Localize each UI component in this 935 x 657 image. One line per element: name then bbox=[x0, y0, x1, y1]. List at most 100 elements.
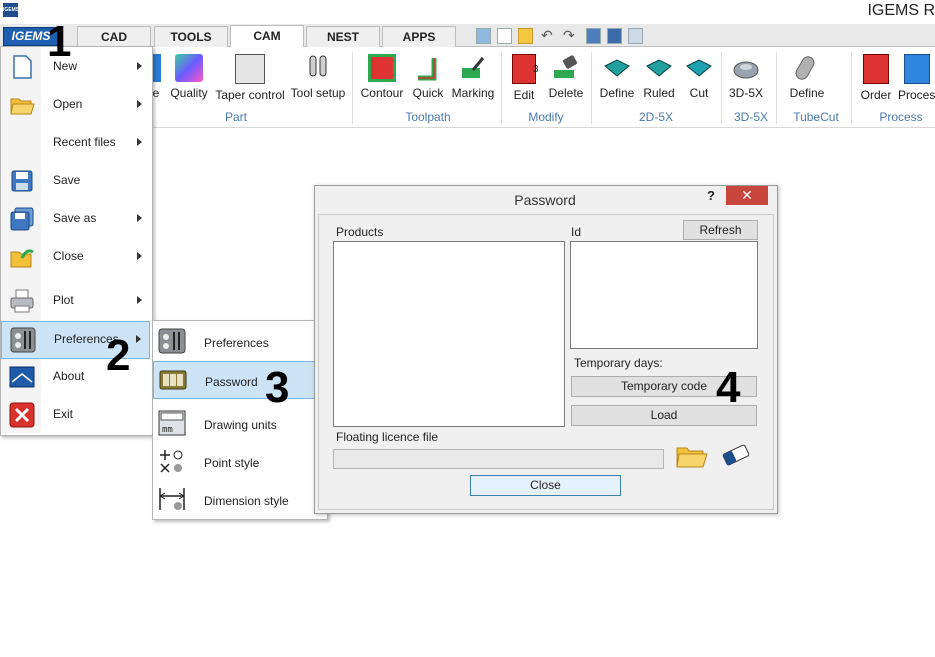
menu-item-exit[interactable]: Exit bbox=[1, 397, 150, 433]
submenu-item-label: Dimension style bbox=[204, 494, 289, 508]
menu-item-label: Save as bbox=[53, 211, 97, 225]
submenu-arrow-icon bbox=[137, 100, 142, 108]
ribbon-button-label: Define bbox=[789, 86, 825, 100]
submenu-item-preferences[interactable]: Preferences bbox=[153, 323, 325, 359]
submenu-item-drawing-units[interactable]: mm Drawing units bbox=[153, 405, 325, 441]
redo-icon[interactable]: ↷ bbox=[563, 27, 575, 44]
ribbon-group-part: Part bbox=[224, 110, 247, 124]
ribbon-button-label: Proces bbox=[898, 88, 935, 102]
tab-cam[interactable]: CAM bbox=[230, 25, 304, 48]
save-as-icon bbox=[9, 206, 35, 232]
3d-5x-icon bbox=[732, 54, 760, 82]
exit-icon bbox=[9, 402, 35, 428]
ribbon-button-define-tubecut[interactable]: Define bbox=[786, 48, 828, 100]
menu-item-save-as[interactable]: Save as bbox=[1, 201, 150, 237]
submenu-item-label: Preferences bbox=[204, 336, 269, 350]
menu-item-plot[interactable]: Plot bbox=[1, 283, 150, 319]
dimension-style-icon bbox=[158, 486, 186, 512]
drawing-units-icon: mm bbox=[158, 410, 186, 436]
menu-item-label: Open bbox=[53, 97, 83, 111]
menu-item-new[interactable]: New bbox=[1, 49, 150, 85]
ribbon-button-marking[interactable]: Marking bbox=[450, 48, 496, 100]
ribbon-group-tubecut: TubeCut bbox=[793, 110, 839, 124]
marking-icon bbox=[459, 54, 487, 82]
contour-icon bbox=[368, 54, 396, 82]
close-button[interactable]: Close bbox=[470, 475, 621, 496]
step-number-2: 2 bbox=[106, 331, 131, 380]
ribbon-button-tool-setup[interactable]: Tool setup bbox=[290, 48, 346, 100]
ribbon-button-label: Delete bbox=[548, 86, 584, 100]
edit-badge: 3 bbox=[533, 64, 539, 75]
menu-item-open[interactable]: Open bbox=[1, 87, 150, 123]
ribbon-button-order[interactable]: Order bbox=[858, 48, 894, 102]
ribbon-button-label: Cut bbox=[689, 86, 709, 100]
submenu-item-dimension-style[interactable]: Dimension style bbox=[153, 481, 325, 517]
new-file-icon bbox=[9, 54, 35, 80]
ribbon-button-taper-control[interactable]: Taper control bbox=[214, 48, 286, 102]
ribbon-group-2d-5x: 2D-5X bbox=[638, 110, 673, 124]
undo-icon[interactable]: ↶ bbox=[541, 27, 553, 44]
ribbon-button-delete[interactable]: Delete bbox=[546, 48, 586, 100]
save-as-icon[interactable] bbox=[607, 28, 622, 44]
layers-icon[interactable] bbox=[476, 28, 491, 44]
step-number-4: 4 bbox=[716, 363, 741, 412]
submenu-item-point-style[interactable]: Point style bbox=[153, 443, 325, 479]
help-button[interactable]: ? bbox=[707, 188, 715, 203]
open-folder-icon[interactable] bbox=[518, 28, 533, 44]
ribbon-group-toolpath: Toolpath bbox=[405, 110, 451, 124]
submenu-arrow-icon bbox=[137, 252, 142, 260]
tab-nest[interactable]: NEST bbox=[306, 26, 380, 47]
ribbon-button-label: Order bbox=[860, 88, 892, 102]
menu-item-label: About bbox=[53, 369, 85, 383]
ribbon-button-3d-5x[interactable]: 3D-5X bbox=[726, 48, 766, 100]
floating-licence-field[interactable] bbox=[333, 449, 664, 469]
tab-tools[interactable]: TOOLS bbox=[154, 26, 228, 47]
window-icon[interactable] bbox=[628, 28, 643, 44]
ribbon-button-ruled[interactable]: Ruled bbox=[640, 48, 678, 100]
ribbon-button-quality[interactable]: Quality bbox=[168, 48, 210, 100]
quick-icon bbox=[414, 54, 442, 82]
new-file-icon[interactable] bbox=[497, 28, 512, 44]
refresh-button[interactable]: Refresh bbox=[683, 220, 758, 240]
ribbon-button-label: Edit bbox=[513, 88, 535, 102]
ribbon-group-modify: Modify bbox=[528, 110, 564, 124]
eraser-icon[interactable] bbox=[718, 440, 754, 470]
browse-folder-icon[interactable] bbox=[675, 442, 709, 470]
id-list[interactable] bbox=[570, 241, 758, 349]
ribbon-separator bbox=[776, 52, 777, 124]
menu-item-close[interactable]: Close bbox=[1, 239, 150, 275]
delete-icon bbox=[552, 54, 580, 82]
tube-define-icon bbox=[793, 54, 821, 82]
ribbon-button-process[interactable]: Proces bbox=[898, 48, 935, 102]
save-icon[interactable] bbox=[586, 28, 601, 44]
ribbon-button-edit[interactable]: Edit bbox=[506, 48, 542, 102]
submenu-arrow-icon bbox=[137, 296, 142, 304]
menu-item-label: Plot bbox=[53, 293, 74, 307]
ribbon-button-label: Marking bbox=[451, 86, 495, 100]
ribbon-button-quick[interactable]: Quick bbox=[410, 48, 446, 100]
ribbon-button-contour[interactable]: Contour bbox=[360, 48, 404, 100]
products-label: Products bbox=[336, 225, 384, 239]
ribbon-button-label: 3D-5X bbox=[728, 86, 763, 100]
tab-cad[interactable]: CAD bbox=[77, 26, 151, 47]
preferences-icon bbox=[10, 327, 36, 353]
menu-item-save[interactable]: Save bbox=[1, 163, 150, 199]
ruled-icon bbox=[645, 54, 673, 82]
save-icon bbox=[9, 168, 35, 194]
printer-icon bbox=[9, 288, 35, 314]
ribbon-button-define-2d5x[interactable]: Define bbox=[598, 48, 636, 100]
ribbon-button-label: Tool setup bbox=[290, 86, 346, 100]
password-icon bbox=[159, 367, 187, 393]
ribbon-button-cut[interactable]: Cut bbox=[682, 48, 716, 100]
ribbon-separator bbox=[721, 52, 722, 124]
submenu-arrow-icon bbox=[137, 138, 142, 146]
app-icon: IGEMS bbox=[3, 3, 19, 17]
submenu-item-password[interactable]: Password bbox=[153, 361, 315, 399]
submenu-arrow-icon bbox=[137, 62, 142, 70]
tab-apps[interactable]: APPS bbox=[382, 26, 456, 47]
floating-licence-label: Floating licence file bbox=[336, 430, 439, 444]
menu-item-recent-files[interactable]: Recent files bbox=[1, 125, 150, 161]
close-folder-icon bbox=[9, 244, 35, 270]
close-icon[interactable]: ✕ bbox=[726, 186, 768, 205]
products-list[interactable] bbox=[333, 241, 565, 427]
